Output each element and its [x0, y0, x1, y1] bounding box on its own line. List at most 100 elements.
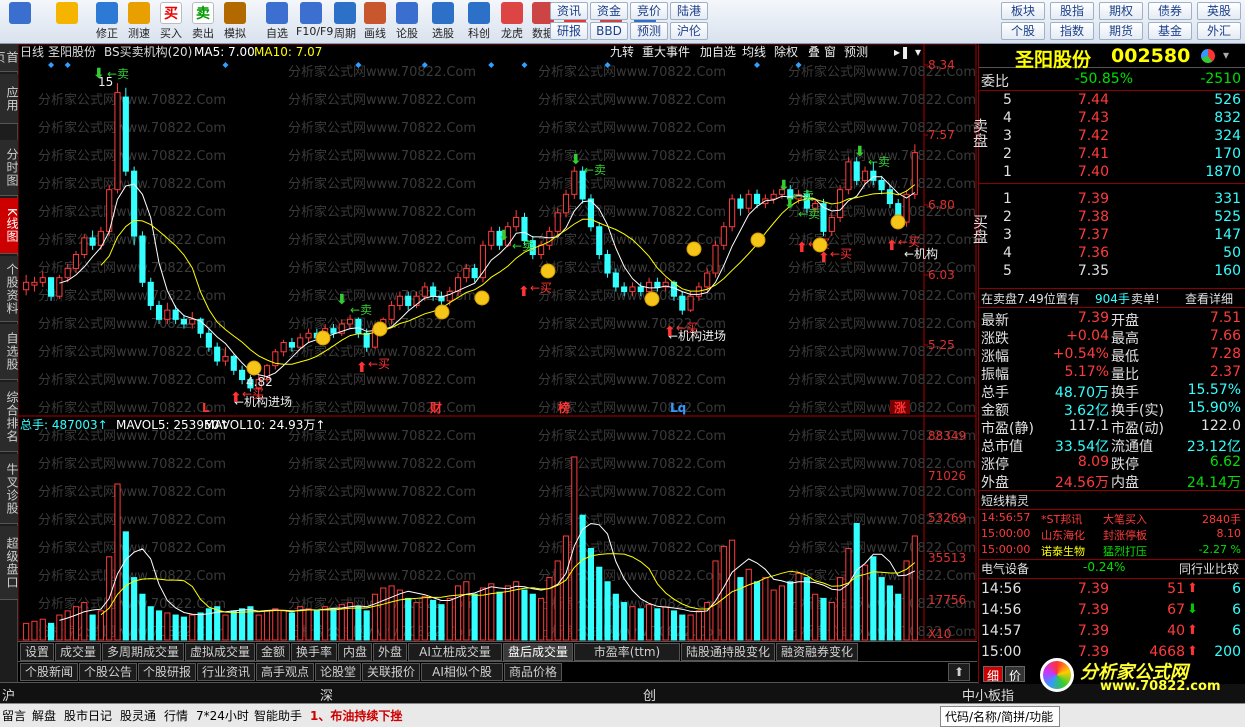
nav-牛叉诊股[interactable]: 牛叉诊股	[0, 454, 19, 524]
text-btn-期权[interactable]: 期权	[1099, 2, 1143, 20]
news-tab[interactable]: 论股堂	[315, 663, 361, 681]
coin-icon[interactable]	[246, 360, 262, 376]
status-item[interactable]: 行情	[164, 707, 188, 724]
coin-icon[interactable]	[434, 304, 450, 320]
toolbar-btn-select-stock-icon[interactable]: 选股	[428, 2, 458, 42]
coin-icon[interactable]	[686, 241, 702, 257]
market-cy[interactable]: 创	[643, 685, 656, 704]
toolbar-btn-arrow-updown-icon[interactable]: 修正	[92, 2, 122, 42]
indicator-tab[interactable]: 融资融券变化	[776, 643, 858, 661]
indicator-tab[interactable]: 陆股通持股变化	[681, 643, 775, 661]
indicator-tab[interactable]: AI立桩成交量	[408, 643, 502, 661]
toolbar-btn-chart-icon[interactable]: 科创	[464, 2, 494, 42]
chart-btn-叠[interactable]: 叠	[808, 45, 820, 59]
coin-icon[interactable]	[540, 263, 556, 279]
nav-个股资料[interactable]: 个股资料	[0, 256, 19, 322]
event-marker[interactable]: 财	[429, 400, 442, 415]
status-item[interactable]: 股市日记	[64, 707, 112, 724]
nav-自选股[interactable]: 自选股	[0, 324, 19, 380]
text-btn-BBD[interactable]: BBD	[590, 22, 628, 40]
expand-icon[interactable]: ⬆	[948, 663, 970, 681]
chart-btn-重大事件[interactable]: 重大事件	[642, 45, 690, 59]
coin-icon[interactable]	[372, 321, 388, 337]
text-btn-板块[interactable]: 板块	[1001, 2, 1045, 20]
text-btn-研报[interactable]: 研报	[550, 22, 588, 40]
toolbar-btn-windows-logo-icon[interactable]	[5, 2, 35, 42]
event-diamond-icon[interactable]	[488, 62, 495, 68]
indicator-tab[interactable]: 换手率	[291, 643, 337, 661]
news-tab[interactable]: 商品价格	[504, 663, 562, 681]
text-btn-期货[interactable]: 期货	[1099, 22, 1143, 40]
status-item[interactable]: 解盘	[32, 707, 56, 724]
coin-icon[interactable]	[812, 237, 828, 253]
sector-compare-link[interactable]: 同行业比较	[1179, 560, 1239, 577]
toolbar-btn-gavel-icon[interactable]: 模拟	[220, 2, 250, 42]
short-stock[interactable]: 山东海化	[1041, 527, 1085, 543]
kline-chart-svg[interactable]: 日线 圣阳股份 BS买卖机构(20) MA5: 7.00 MA10: 7.07 九转 重大事…	[17, 43, 977, 641]
news-tab[interactable]: 关联报价	[362, 663, 420, 681]
market-sh[interactable]: 沪	[2, 685, 15, 704]
sector-name[interactable]: 电气设备	[981, 560, 1029, 577]
toolbar-btn-dragon-tiger-icon[interactable]: 龙虎	[497, 2, 527, 42]
event-marker[interactable]: L	[202, 401, 210, 415]
toolbar-btn-pencil-icon[interactable]: 画线	[360, 2, 390, 42]
indicator-tab[interactable]: 盘后成交量	[503, 643, 573, 661]
news-tab[interactable]: 个股研报	[138, 663, 196, 681]
event-marker[interactable]: 榜	[558, 400, 570, 415]
quote-tab[interactable]: 价	[1005, 666, 1025, 683]
indicator-tab[interactable]: 多周期成交量	[102, 643, 184, 661]
toolbar-btn-f10-icon[interactable]: F10/F9	[296, 2, 333, 42]
event-diamond-icon[interactable]	[222, 62, 229, 68]
event-diamond-icon[interactable]	[64, 62, 71, 68]
toolbar-btn-cycle-icon[interactable]: 周期	[330, 2, 360, 42]
toolbar-btn-speed-icon[interactable]: 测速	[124, 2, 154, 42]
quote-tab[interactable]: 细	[983, 666, 1003, 683]
indicator-tab[interactable]: 外盘	[373, 643, 407, 661]
toolbar-btn-buy-icon[interactable]: 买买入	[156, 2, 186, 42]
chart-btn-预测[interactable]: 预测	[844, 45, 868, 59]
indicator-tab[interactable]: 成交量	[55, 643, 101, 661]
status-item[interactable]: 1、布油持续下挫	[310, 707, 402, 724]
coin-icon[interactable]	[750, 232, 766, 248]
text-btn-个股[interactable]: 个股	[1001, 22, 1045, 40]
coin-icon[interactable]	[644, 291, 660, 307]
status-item[interactable]: 代码/名称/简拼/功能	[940, 706, 1060, 727]
chart-btn-均线[interactable]: 均线	[742, 45, 766, 59]
chart-btn-窗[interactable]: 窗	[824, 45, 836, 59]
event-marker[interactable]: Lq	[670, 401, 686, 415]
text-btn-预测[interactable]: 预测	[630, 22, 668, 40]
coin-icon[interactable]	[890, 214, 906, 230]
indicator-tab[interactable]: 金额	[256, 643, 290, 661]
text-btn-基金[interactable]: 基金	[1148, 22, 1192, 40]
text-btn-陆港[interactable]: 陆港	[670, 2, 708, 20]
news-tab[interactable]: 个股公告	[79, 663, 137, 681]
news-tab[interactable]: 高手观点	[256, 663, 314, 681]
event-diamond-icon[interactable]	[521, 62, 528, 68]
short-stock[interactable]: *ST邦讯	[1041, 511, 1082, 527]
indicator-tab[interactable]: 虚拟成交量	[185, 643, 255, 661]
chart-btn-除权[interactable]: 除权	[774, 44, 798, 59]
news-tab[interactable]: 个股新闻	[20, 663, 78, 681]
status-item[interactable]: 7*24小时	[196, 707, 249, 724]
news-tab[interactable]: 行业资讯	[197, 663, 255, 681]
status-item[interactable]: 股灵通	[120, 707, 156, 724]
status-item[interactable]: 留言	[2, 707, 26, 724]
event-marker[interactable]: 涨	[894, 400, 906, 415]
text-btn-股指[interactable]: 股指	[1050, 2, 1094, 20]
nav-K线图[interactable]: K线图	[0, 198, 19, 254]
toolbar-btn-sell-icon[interactable]: 卖卖出	[188, 2, 218, 42]
dropdown-icon[interactable]: ▾	[1223, 48, 1229, 62]
toolbar-btn-star-icon[interactable]: 自选	[262, 2, 292, 42]
text-btn-债券[interactable]: 债券	[1148, 2, 1192, 20]
text-btn-指数[interactable]: 指数	[1050, 22, 1094, 40]
nav-分时图[interactable]: 分时图	[0, 140, 19, 196]
chart-indicator[interactable]: BS买卖机构(20)	[104, 44, 192, 59]
nav-首页[interactable]: 首页	[0, 44, 19, 72]
nav-超级盘口[interactable]: 超级盘口	[0, 526, 19, 600]
indicator-tab[interactable]: 市盈率(ttm)	[574, 643, 680, 661]
toolbar-btn-back-arrow-icon[interactable]	[52, 2, 82, 42]
chart-period[interactable]: 日线	[20, 45, 44, 59]
view-detail-link[interactable]: 查看详细	[1185, 290, 1233, 307]
chart-btn-加自选[interactable]: 加自选	[700, 45, 736, 59]
text-btn-外汇[interactable]: 外汇	[1197, 22, 1241, 40]
